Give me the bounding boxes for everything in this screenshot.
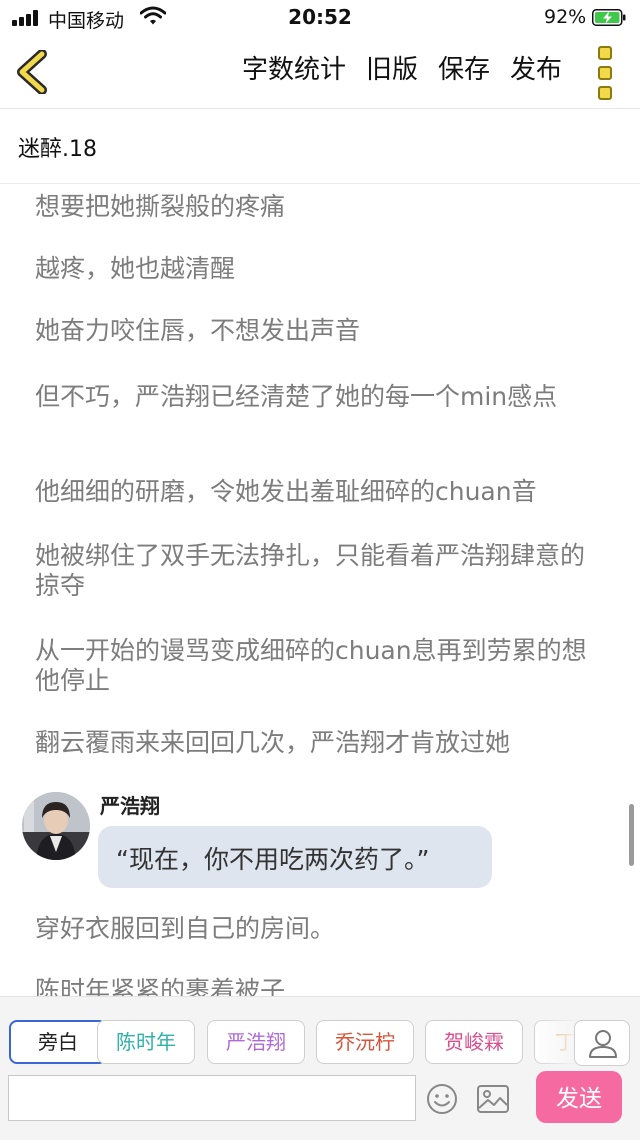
battery-charging-icon bbox=[592, 9, 626, 26]
character-chip[interactable]: 贺峻霖 bbox=[425, 1020, 523, 1064]
word-count-button[interactable]: 字数统计 bbox=[242, 52, 346, 88]
battery-percent: 92% bbox=[544, 6, 587, 28]
chapter-title[interactable]: 迷醉.18 bbox=[18, 131, 97, 163]
paragraph: 她被绑住了双手无法挣扎，只能看着严浩翔肆意的掠夺 bbox=[35, 541, 586, 600]
send-button[interactable]: 发送 bbox=[536, 1071, 622, 1123]
publish-button[interactable]: 发布 bbox=[510, 52, 562, 88]
paragraph: 穿好衣服回到自己的房间。 bbox=[35, 914, 336, 943]
paragraph: 想要把她撕裂般的疼痛 bbox=[35, 192, 286, 221]
story-content[interactable]: 想要把她撕裂般的疼痛 越疼，她也越清醒 她奋力咬住唇，不想发出声音 但不巧，严浩… bbox=[0, 184, 640, 996]
top-navigation-bar: 字数统计 旧版 保存 发布 bbox=[0, 36, 640, 109]
nav-actions: 字数统计 旧版 保存 发布 bbox=[242, 52, 562, 88]
character-chip-narrator[interactable]: 旁白 bbox=[9, 1020, 107, 1064]
dialogue-text: “现在，你不用吃两次药了。” bbox=[116, 845, 430, 874]
old-version-button[interactable]: 旧版 bbox=[366, 52, 418, 88]
back-chevron-icon[interactable] bbox=[14, 50, 50, 94]
image-icon[interactable] bbox=[476, 1083, 510, 1115]
person-icon bbox=[589, 1030, 617, 1058]
status-bar: 中国移动 20:52 92% bbox=[0, 0, 640, 36]
avatar-photo-icon bbox=[22, 792, 90, 860]
dialogue-speaker-name: 严浩翔 bbox=[100, 794, 160, 818]
paragraph: 他细细的研磨，令她发出羞耻细碎的chuan音 bbox=[35, 477, 537, 506]
dialogue-bubble[interactable]: “现在，你不用吃两次药了。” bbox=[98, 826, 492, 888]
paragraph: 但不巧，严浩翔已经清楚了她的每一个min感点 bbox=[35, 382, 558, 411]
avatar[interactable] bbox=[22, 792, 90, 860]
paragraph: 翻云覆雨来来回回几次，严浩翔才肯放过她 bbox=[35, 728, 511, 757]
character-manage-button[interactable] bbox=[574, 1020, 630, 1066]
emoji-icon[interactable] bbox=[426, 1083, 458, 1115]
message-input[interactable] bbox=[8, 1075, 416, 1121]
chapter-title-bar: 迷醉.18 bbox=[0, 109, 640, 184]
paragraph: 越疼，她也越清醒 bbox=[35, 254, 236, 283]
character-chip[interactable]: 陈时年 bbox=[97, 1020, 195, 1064]
paragraph: 她奋力咬住唇，不想发出声音 bbox=[35, 316, 361, 345]
scrollbar[interactable] bbox=[629, 804, 634, 866]
character-chip[interactable]: 乔沅柠 bbox=[316, 1020, 414, 1064]
paragraph: 从一开始的谩骂变成细碎的chuan息再到劳累的想他停止 bbox=[35, 636, 587, 695]
save-button[interactable]: 保存 bbox=[438, 52, 490, 88]
more-menu-icon[interactable] bbox=[594, 46, 616, 100]
composer-panel: 旁白 陈时年 严浩翔 乔沅柠 贺峻霖 丁 发送 bbox=[0, 996, 640, 1140]
paragraph: 陈时年紧紧的裹着被子 bbox=[35, 976, 286, 996]
character-chip[interactable]: 严浩翔 bbox=[207, 1020, 305, 1064]
